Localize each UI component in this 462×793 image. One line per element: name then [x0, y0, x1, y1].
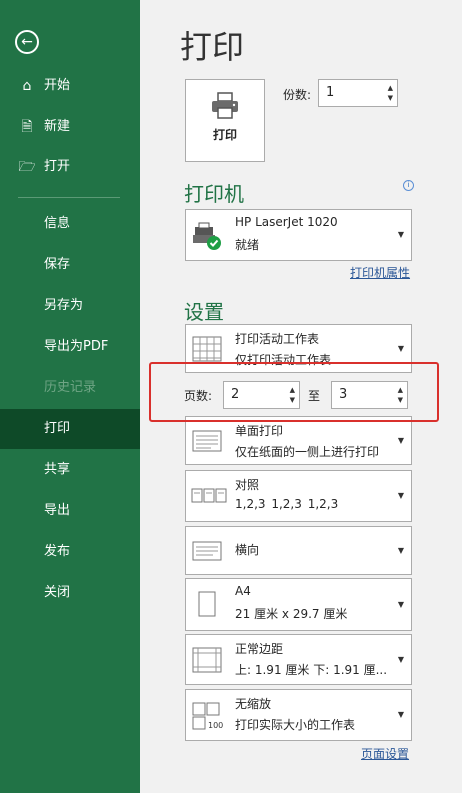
- home-icon: ⌂: [22, 78, 32, 94]
- printer-dropdown[interactable]: HP LaserJet 1020 就绪 ▼: [185, 209, 412, 261]
- copies-label: 份数:: [283, 88, 312, 102]
- single-sided-icon: [192, 430, 222, 452]
- sidebar-item-label: 导出为PDF: [44, 339, 109, 354]
- scaling-percent: 100: [208, 721, 223, 730]
- paper-size-dropdown[interactable]: A4 21 厘米 x 29.7 厘米 ▼: [185, 578, 412, 631]
- sidebar-item-open[interactable]: 🗁 打开: [0, 147, 140, 187]
- sides-desc: 仅在纸面的一侧上进行打印: [235, 445, 380, 459]
- sidebar-item-label: 信息: [44, 216, 71, 231]
- print-what-title: 打印活动工作表: [235, 332, 320, 346]
- collate-desc: 1,2,3 1,2,3 1,2,3: [235, 497, 339, 511]
- highlight-annotation: [149, 362, 439, 422]
- dropdown-arrow-icon: ▼: [397, 343, 404, 353]
- spin-up-icon[interactable]: ▲: [388, 84, 393, 92]
- printer-ready-icon: [193, 222, 221, 250]
- sidebar-item-share[interactable]: 共享: [0, 450, 140, 490]
- sidebar-item-print[interactable]: 打印: [0, 409, 140, 449]
- print-button[interactable]: 打印: [185, 79, 265, 162]
- backstage-sidebar: ← ⌂ 开始 🗎 新建 🗁 打开 信息 保存 另存为 导出为PDF 历史记录 打…: [0, 0, 140, 793]
- sidebar-item-label: 关闭: [44, 585, 71, 600]
- page-setup-link[interactable]: 页面设置: [361, 745, 409, 762]
- sidebar-item-label: 开始: [44, 78, 71, 93]
- sidebar-item-label: 另存为: [44, 298, 84, 313]
- collate-dropdown[interactable]: 对照 1,2,3 1,2,3 1,2,3 ▼: [185, 470, 412, 522]
- sidebar-item-label: 共享: [44, 462, 71, 477]
- sidebar-item-save[interactable]: 保存: [0, 245, 140, 285]
- page-title: 打印: [180, 28, 245, 66]
- dropdown-arrow-icon: ▼: [397, 654, 404, 664]
- orientation-title: 横向: [235, 543, 260, 557]
- open-folder-icon: 🗁: [18, 159, 36, 175]
- margins-desc: 上: 1.91 厘米 下: 1.91 厘...: [235, 663, 388, 677]
- sidebar-item-info[interactable]: 信息: [0, 204, 140, 244]
- paper-size-icon: [198, 591, 216, 617]
- scaling-dropdown[interactable]: 100 无缩放 打印实际大小的工作表 ▼: [185, 689, 412, 741]
- copies-stepper[interactable]: 1 ▲ ▼: [318, 79, 398, 107]
- sidebar-item-label: 新建: [44, 119, 71, 134]
- dropdown-arrow-icon: ▼: [397, 545, 404, 555]
- sidebar-item-label: 打开: [44, 159, 71, 174]
- sidebar-item-close[interactable]: 关闭: [0, 573, 140, 613]
- worksheet-grid-icon: [192, 336, 222, 362]
- collate-title: 对照: [235, 478, 260, 492]
- sidebar-item-new[interactable]: 🗎 新建: [0, 107, 140, 147]
- sidebar-item-label: 发布: [44, 544, 71, 559]
- sidebar-item-label: 导出: [44, 503, 71, 518]
- printer-section-title: 打印机: [184, 182, 244, 206]
- print-button-label: 打印: [212, 128, 237, 142]
- info-icon[interactable]: i: [403, 180, 414, 191]
- paper-size-desc: 21 厘米 x 29.7 厘米: [235, 607, 348, 621]
- spin-down-icon[interactable]: ▼: [388, 94, 393, 102]
- collated-icon: [191, 488, 227, 503]
- printer-name: HP LaserJet 1020: [235, 215, 338, 229]
- settings-section-title: 设置: [184, 300, 224, 324]
- orientation-dropdown[interactable]: 横向 ▼: [185, 526, 412, 575]
- sidebar-item-save-as[interactable]: 另存为: [0, 286, 140, 326]
- printer-icon: [212, 92, 238, 119]
- no-scaling-icon: 100: [192, 702, 223, 730]
- scaling-desc: 打印实际大小的工作表: [235, 718, 356, 732]
- sidebar-item-home[interactable]: ⌂ 开始: [0, 66, 140, 106]
- printer-properties-link[interactable]: 打印机属性: [350, 264, 410, 281]
- sides-dropdown[interactable]: 单面打印 仅在纸面的一侧上进行打印 ▼: [185, 416, 412, 465]
- back-arrow-icon[interactable]: ←: [15, 30, 39, 54]
- sidebar-item-label: 历史记录: [44, 380, 97, 395]
- margins-icon: [192, 647, 222, 673]
- copies-value: 1: [326, 85, 335, 100]
- sidebar-item-label: 保存: [44, 257, 71, 272]
- sides-title: 单面打印: [235, 424, 284, 438]
- scaling-title: 无缩放: [235, 697, 272, 711]
- sidebar-item-history: 历史记录: [0, 368, 140, 408]
- dropdown-arrow-icon: ▼: [397, 230, 404, 239]
- sidebar-item-export-pdf[interactable]: 导出为PDF: [0, 327, 140, 367]
- dropdown-arrow-icon: ▼: [397, 710, 404, 719]
- sidebar-item-publish[interactable]: 发布: [0, 532, 140, 572]
- new-document-icon: 🗎: [21, 119, 33, 135]
- dropdown-arrow-icon: ▼: [397, 599, 404, 609]
- dropdown-arrow-icon: ▼: [397, 491, 404, 500]
- landscape-icon: [192, 541, 222, 561]
- sidebar-item-export[interactable]: 导出: [0, 491, 140, 531]
- paper-size-title: A4: [235, 584, 251, 598]
- printer-status: 就绪: [235, 238, 260, 252]
- margins-dropdown[interactable]: 正常边距 上: 1.91 厘米 下: 1.91 厘... ▼: [185, 634, 412, 685]
- sidebar-item-label: 打印: [44, 421, 71, 436]
- dropdown-arrow-icon: ▼: [397, 435, 404, 445]
- margins-title: 正常边距: [235, 642, 284, 656]
- sidebar-divider: [18, 197, 120, 198]
